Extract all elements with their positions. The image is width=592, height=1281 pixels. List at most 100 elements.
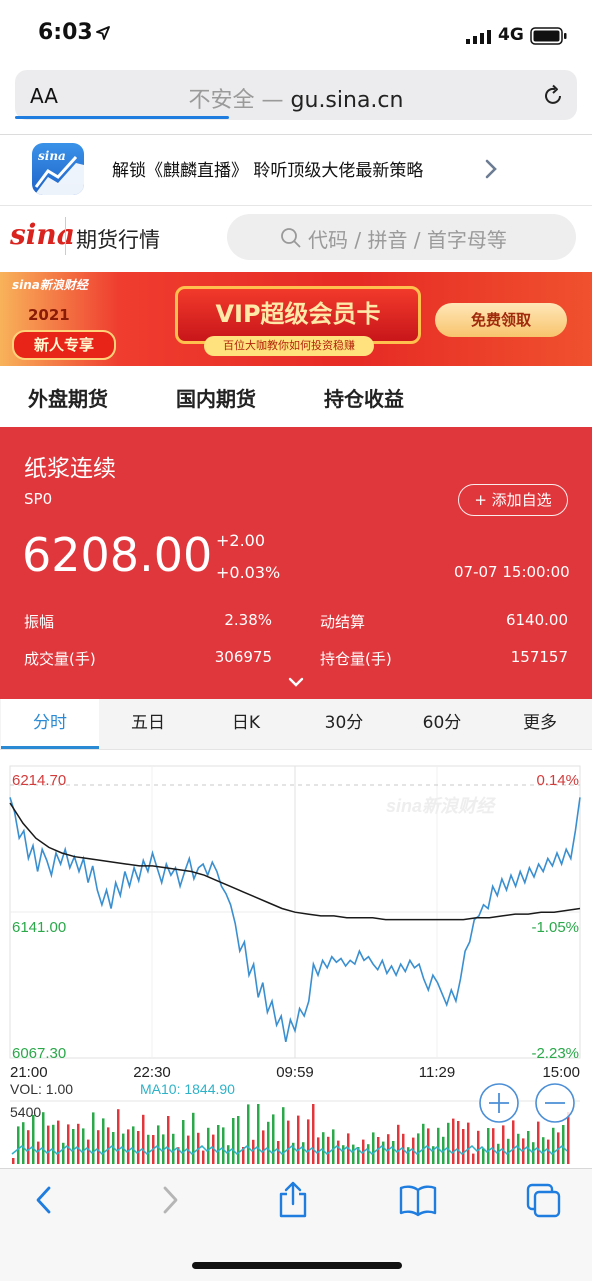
zoom-out-button[interactable] — [535, 1083, 575, 1123]
chevron-down-icon[interactable] — [287, 676, 305, 688]
volume-bar — [182, 1120, 185, 1164]
chevron-right-icon[interactable] — [484, 158, 498, 180]
volume-bar — [477, 1130, 480, 1164]
volume-bar — [202, 1150, 205, 1164]
price-axis-mid: 6141.00 — [12, 919, 66, 936]
volume-bar — [92, 1112, 95, 1164]
time-tick: 09:59 — [276, 1064, 314, 1081]
share-icon[interactable] — [275, 1180, 311, 1220]
volume-bar — [57, 1120, 60, 1164]
reload-icon[interactable] — [540, 83, 566, 109]
contract-code: SP0 — [24, 490, 53, 508]
volume-bar — [262, 1130, 265, 1164]
volume-bar — [337, 1140, 340, 1164]
volume-bar — [42, 1112, 45, 1164]
volume-bar — [437, 1127, 440, 1164]
tab-foreign-futures[interactable]: 外盘期货 — [28, 383, 108, 412]
tab-position-profit[interactable]: 持仓收益 — [324, 383, 404, 412]
network-type: 4G — [498, 25, 524, 45]
price-axis-max: 6214.70 — [12, 772, 66, 789]
tab-domestic-futures[interactable]: 国内期货 — [176, 383, 256, 412]
volume-bar — [102, 1118, 105, 1164]
chart-watermark: sina新浪财经 — [386, 796, 497, 816]
volume-bar — [247, 1104, 250, 1164]
security-warning: 不安全 — [188, 88, 255, 113]
add-watchlist-button[interactable]: + 添加自选 — [458, 484, 568, 516]
back-arrow-icon[interactable] — [30, 1180, 60, 1220]
volume-bar — [562, 1125, 565, 1164]
settlement-value: 6140.00 — [505, 611, 568, 629]
ad-subtitle: 百位大咖教你如何投资稳赚 — [204, 336, 374, 356]
volume-bar — [282, 1107, 285, 1164]
volume-bar — [62, 1142, 65, 1164]
url-display[interactable]: 不安全 — gu.sina.cn — [0, 82, 592, 114]
ad-title: VIP超级会员卡 — [215, 300, 381, 328]
volume-bar — [567, 1112, 570, 1164]
volume-bar — [417, 1133, 420, 1164]
divider — [0, 134, 592, 135]
volume-bar — [167, 1116, 170, 1164]
volume-bar — [172, 1133, 175, 1164]
volume-bar — [207, 1127, 210, 1164]
page-title: 期货行情 — [76, 228, 160, 252]
volume-bar — [512, 1120, 515, 1164]
pct-axis-mid: -1.05% — [531, 919, 579, 936]
price-change: +2.00 — [216, 531, 266, 550]
app-icon[interactable]: sina — [32, 143, 84, 195]
url-domain: gu.sina.cn — [290, 88, 404, 113]
volume-bar — [447, 1122, 450, 1164]
open-interest-label: 持仓量(手) — [320, 650, 392, 668]
volume-bar — [407, 1147, 410, 1164]
volume-bar — [287, 1120, 290, 1164]
volume-bar — [537, 1121, 540, 1164]
volume-bar — [312, 1104, 315, 1164]
volume-label: VOL: 1.00 — [10, 1081, 73, 1097]
intraday-chart[interactable]: sina新浪财经 6214.70 6141.00 6067.30 0.14% -… — [0, 756, 592, 1168]
forward-arrow-icon[interactable] — [155, 1180, 185, 1220]
free-claim-button[interactable]: 免费领取 — [435, 303, 567, 337]
volume-bar — [237, 1116, 240, 1164]
volume-bar — [372, 1132, 375, 1164]
last-price: 6208.00 — [22, 528, 213, 582]
tab-five-day[interactable]: 五日 — [99, 699, 197, 749]
ad-year: 2021 — [28, 306, 70, 324]
time-tick: 21:00 — [10, 1064, 48, 1081]
bookmarks-icon[interactable] — [398, 1180, 438, 1220]
app-promo-text[interactable]: 解锁《麒麟直播》 聆听顶级大佬最新策略 — [112, 156, 423, 181]
volume-bar — [47, 1125, 50, 1164]
volume-bar — [157, 1125, 160, 1164]
volume-bar — [392, 1141, 395, 1164]
quote-time: 07-07 15:00:00 — [454, 563, 570, 581]
settlement-label: 动结算 — [320, 613, 366, 631]
volume-bar — [137, 1131, 140, 1164]
volume-bar — [87, 1139, 90, 1164]
tab-more[interactable]: 更多 — [491, 699, 589, 749]
tabs-icon[interactable] — [524, 1180, 564, 1220]
volume-bar — [267, 1121, 270, 1164]
tab-60min[interactable]: 60分 — [393, 699, 491, 749]
volume-bar — [127, 1129, 130, 1164]
volume-bar — [322, 1132, 325, 1164]
pct-axis-min: -2.23% — [531, 1045, 579, 1062]
volume-bar — [257, 1104, 260, 1164]
tab-intraday[interactable]: 分时 — [1, 699, 99, 749]
tab-30min[interactable]: 30分 — [295, 699, 393, 749]
zoom-in-button[interactable] — [479, 1083, 519, 1123]
page-load-progress — [15, 116, 229, 119]
battery-icon — [530, 27, 567, 45]
volume-bar — [397, 1124, 400, 1164]
search-icon — [281, 228, 301, 248]
volume-bar — [472, 1153, 475, 1164]
volume-ma-label: MA10: 1844.90 — [140, 1081, 235, 1097]
volume-bar — [342, 1145, 345, 1164]
volume-bar — [462, 1129, 465, 1164]
amplitude-value: 2.38% — [224, 611, 272, 629]
tab-daily-k[interactable]: 日K — [197, 699, 295, 749]
volume-bar — [217, 1125, 220, 1164]
volume-bar — [552, 1127, 555, 1164]
volume-bar — [97, 1130, 100, 1164]
volume-bar — [227, 1145, 230, 1164]
status-time: 6:03 — [38, 20, 93, 45]
volume-bar — [497, 1143, 500, 1164]
volume-bar — [22, 1122, 25, 1164]
